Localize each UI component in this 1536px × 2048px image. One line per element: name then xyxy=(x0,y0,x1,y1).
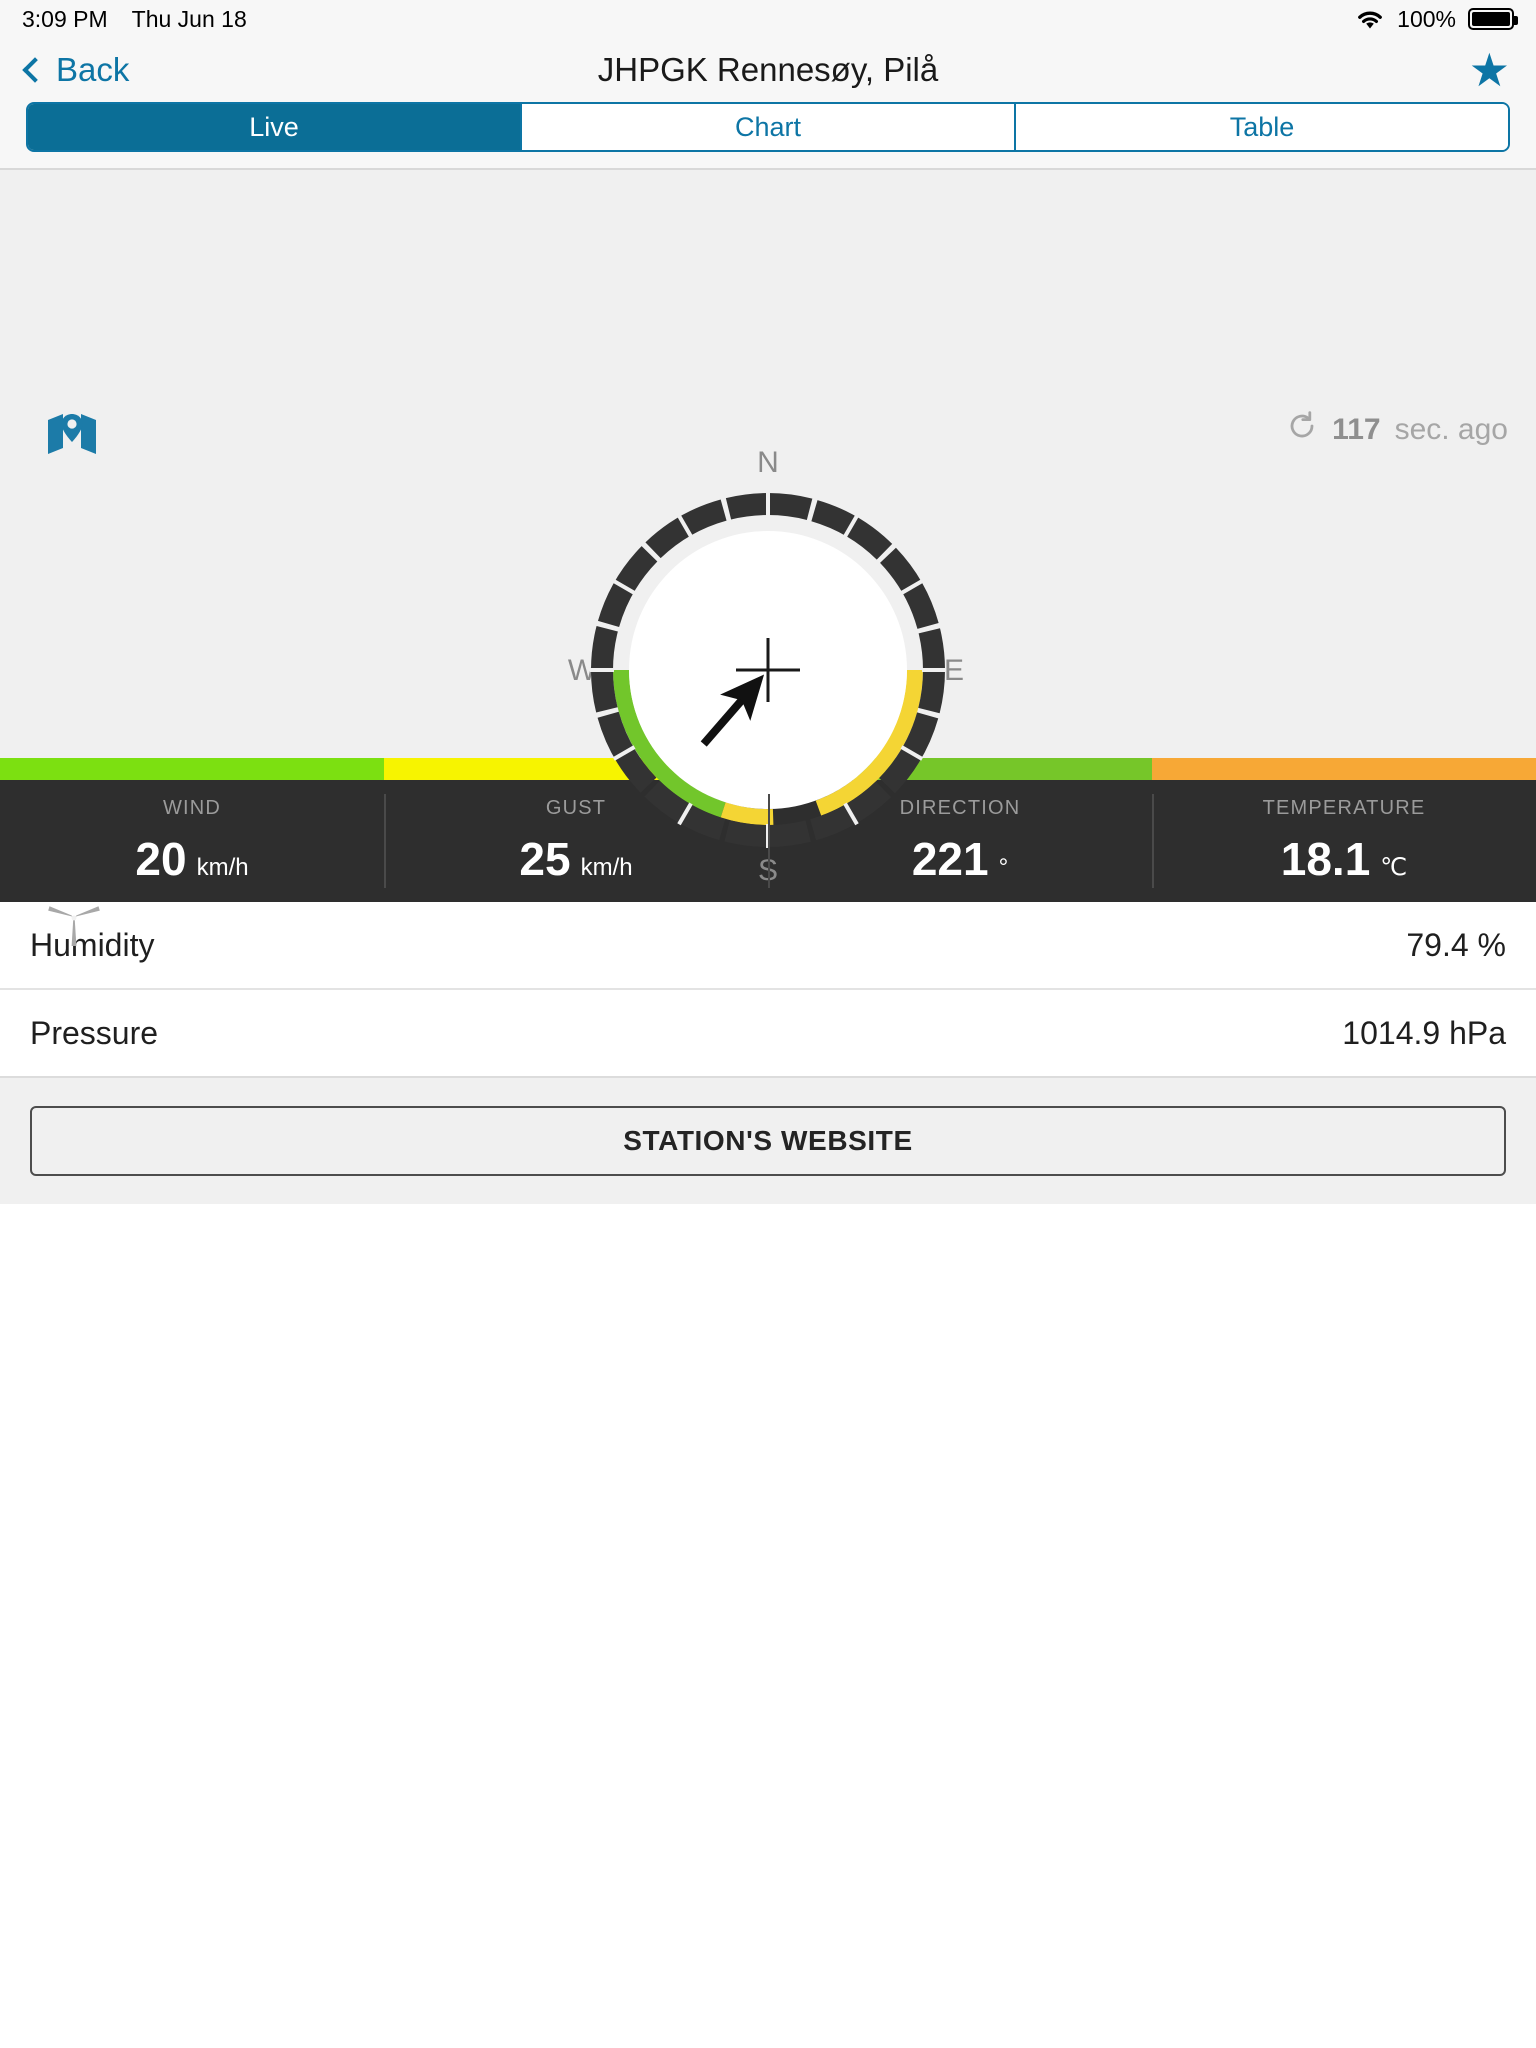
app-root: 3:09 PM Thu Jun 18 100% Back JHPGK Renne… xyxy=(0,0,1536,2048)
metrics-bar: WIND 20 km/h GUST 25 km/h DIRECTION 221 … xyxy=(0,780,1536,902)
back-button[interactable]: Back xyxy=(22,51,130,89)
metric-wind-unit: km/h xyxy=(196,853,249,881)
row-pressure-value: 1014.9 hPa xyxy=(1342,1014,1506,1051)
metric-temperature-value: 18.1 ℃ xyxy=(1281,832,1407,886)
metric-wind-value: 20 km/h xyxy=(135,832,248,886)
map-pin-icon[interactable] xyxy=(46,410,98,456)
tab-live[interactable]: Live xyxy=(28,104,522,150)
metric-gust-value: 25 km/h xyxy=(519,832,632,886)
metric-direction-unit: ° xyxy=(998,853,1009,881)
metric-gust-unit: km/h xyxy=(580,853,633,881)
live-panel: 117 sec. ago N E S W xyxy=(0,170,1536,946)
tab-chart[interactable]: Chart xyxy=(522,104,1016,150)
compass-label-e: E xyxy=(944,654,964,687)
color-strip-temperature xyxy=(1152,758,1536,780)
detail-rows: Humidity 79.4 % Pressure 1014.9 hPa xyxy=(0,902,1536,1078)
last-update-suffix: sec. ago xyxy=(1394,413,1508,446)
status-bar: 3:09 PM Thu Jun 18 100% xyxy=(0,0,1536,38)
last-update-seconds: 117 xyxy=(1332,413,1381,446)
row-pressure: Pressure 1014.9 hPa xyxy=(0,990,1536,1078)
metric-direction-number: 221 xyxy=(911,832,989,885)
metric-temperature-unit: ℃ xyxy=(1380,853,1408,881)
back-button-label: Back xyxy=(56,51,130,88)
last-update-indicator[interactable]: 117 sec. ago xyxy=(1286,410,1508,450)
row-humidity-value: 79.4 % xyxy=(1406,926,1506,963)
row-humidity: Humidity 79.4 % xyxy=(0,902,1536,990)
status-bar-left: 3:09 PM Thu Jun 18 xyxy=(22,6,247,33)
empty-content-area xyxy=(0,1204,1536,1982)
tab-bar-container: Live Chart Table xyxy=(0,102,1536,168)
metric-direction: DIRECTION 221 ° xyxy=(768,780,1152,902)
tab-live-label: Live xyxy=(249,111,299,142)
battery-percent: 100% xyxy=(1397,5,1456,32)
navigation-bar: Back JHPGK Rennesøy, Pilå ★ xyxy=(0,38,1536,102)
page-title: JHPGK Rennesøy, Pilå xyxy=(597,51,939,88)
wifi-icon xyxy=(1355,8,1385,30)
station-website-button-label: STATION'S WEBSITE xyxy=(623,1125,913,1156)
row-pressure-label: Pressure xyxy=(30,1014,159,1051)
chevron-left-icon xyxy=(22,57,48,83)
metric-temperature-label: TEMPERATURE xyxy=(1262,796,1426,819)
metric-gust-number: 25 xyxy=(519,832,571,885)
status-date: Thu Jun 18 xyxy=(131,5,247,32)
tab-table-label: Table xyxy=(1229,111,1295,142)
metric-temperature: TEMPERATURE 18.1 ℃ xyxy=(1152,780,1536,902)
status-bar-right: 100% xyxy=(1355,5,1518,33)
website-button-area: STATION'S WEBSITE xyxy=(0,1078,1536,1204)
metric-gust: GUST 25 km/h xyxy=(384,780,768,902)
metric-wind: WIND 20 km/h xyxy=(0,780,384,902)
favorite-star-icon[interactable]: ★ xyxy=(1469,47,1510,93)
metric-wind-label: WIND xyxy=(162,796,222,819)
station-website-button[interactable]: STATION'S WEBSITE xyxy=(30,1106,1506,1176)
status-time: 3:09 PM xyxy=(22,5,108,32)
tab-chart-label: Chart xyxy=(734,111,802,142)
compass-label-n: N xyxy=(757,448,779,479)
metric-wind-number: 20 xyxy=(135,832,187,885)
tab-bar: Live Chart Table xyxy=(26,102,1510,152)
metric-temperature-number: 18.1 xyxy=(1280,832,1371,885)
metric-direction-value: 221 ° xyxy=(912,832,1008,886)
tab-table[interactable]: Table xyxy=(1016,104,1508,150)
color-strip-wind xyxy=(0,758,384,780)
refresh-icon[interactable] xyxy=(1286,410,1318,450)
metric-gust-label: GUST xyxy=(545,796,607,819)
battery-icon xyxy=(1468,8,1518,30)
metric-direction-label: DIRECTION xyxy=(899,796,1021,819)
